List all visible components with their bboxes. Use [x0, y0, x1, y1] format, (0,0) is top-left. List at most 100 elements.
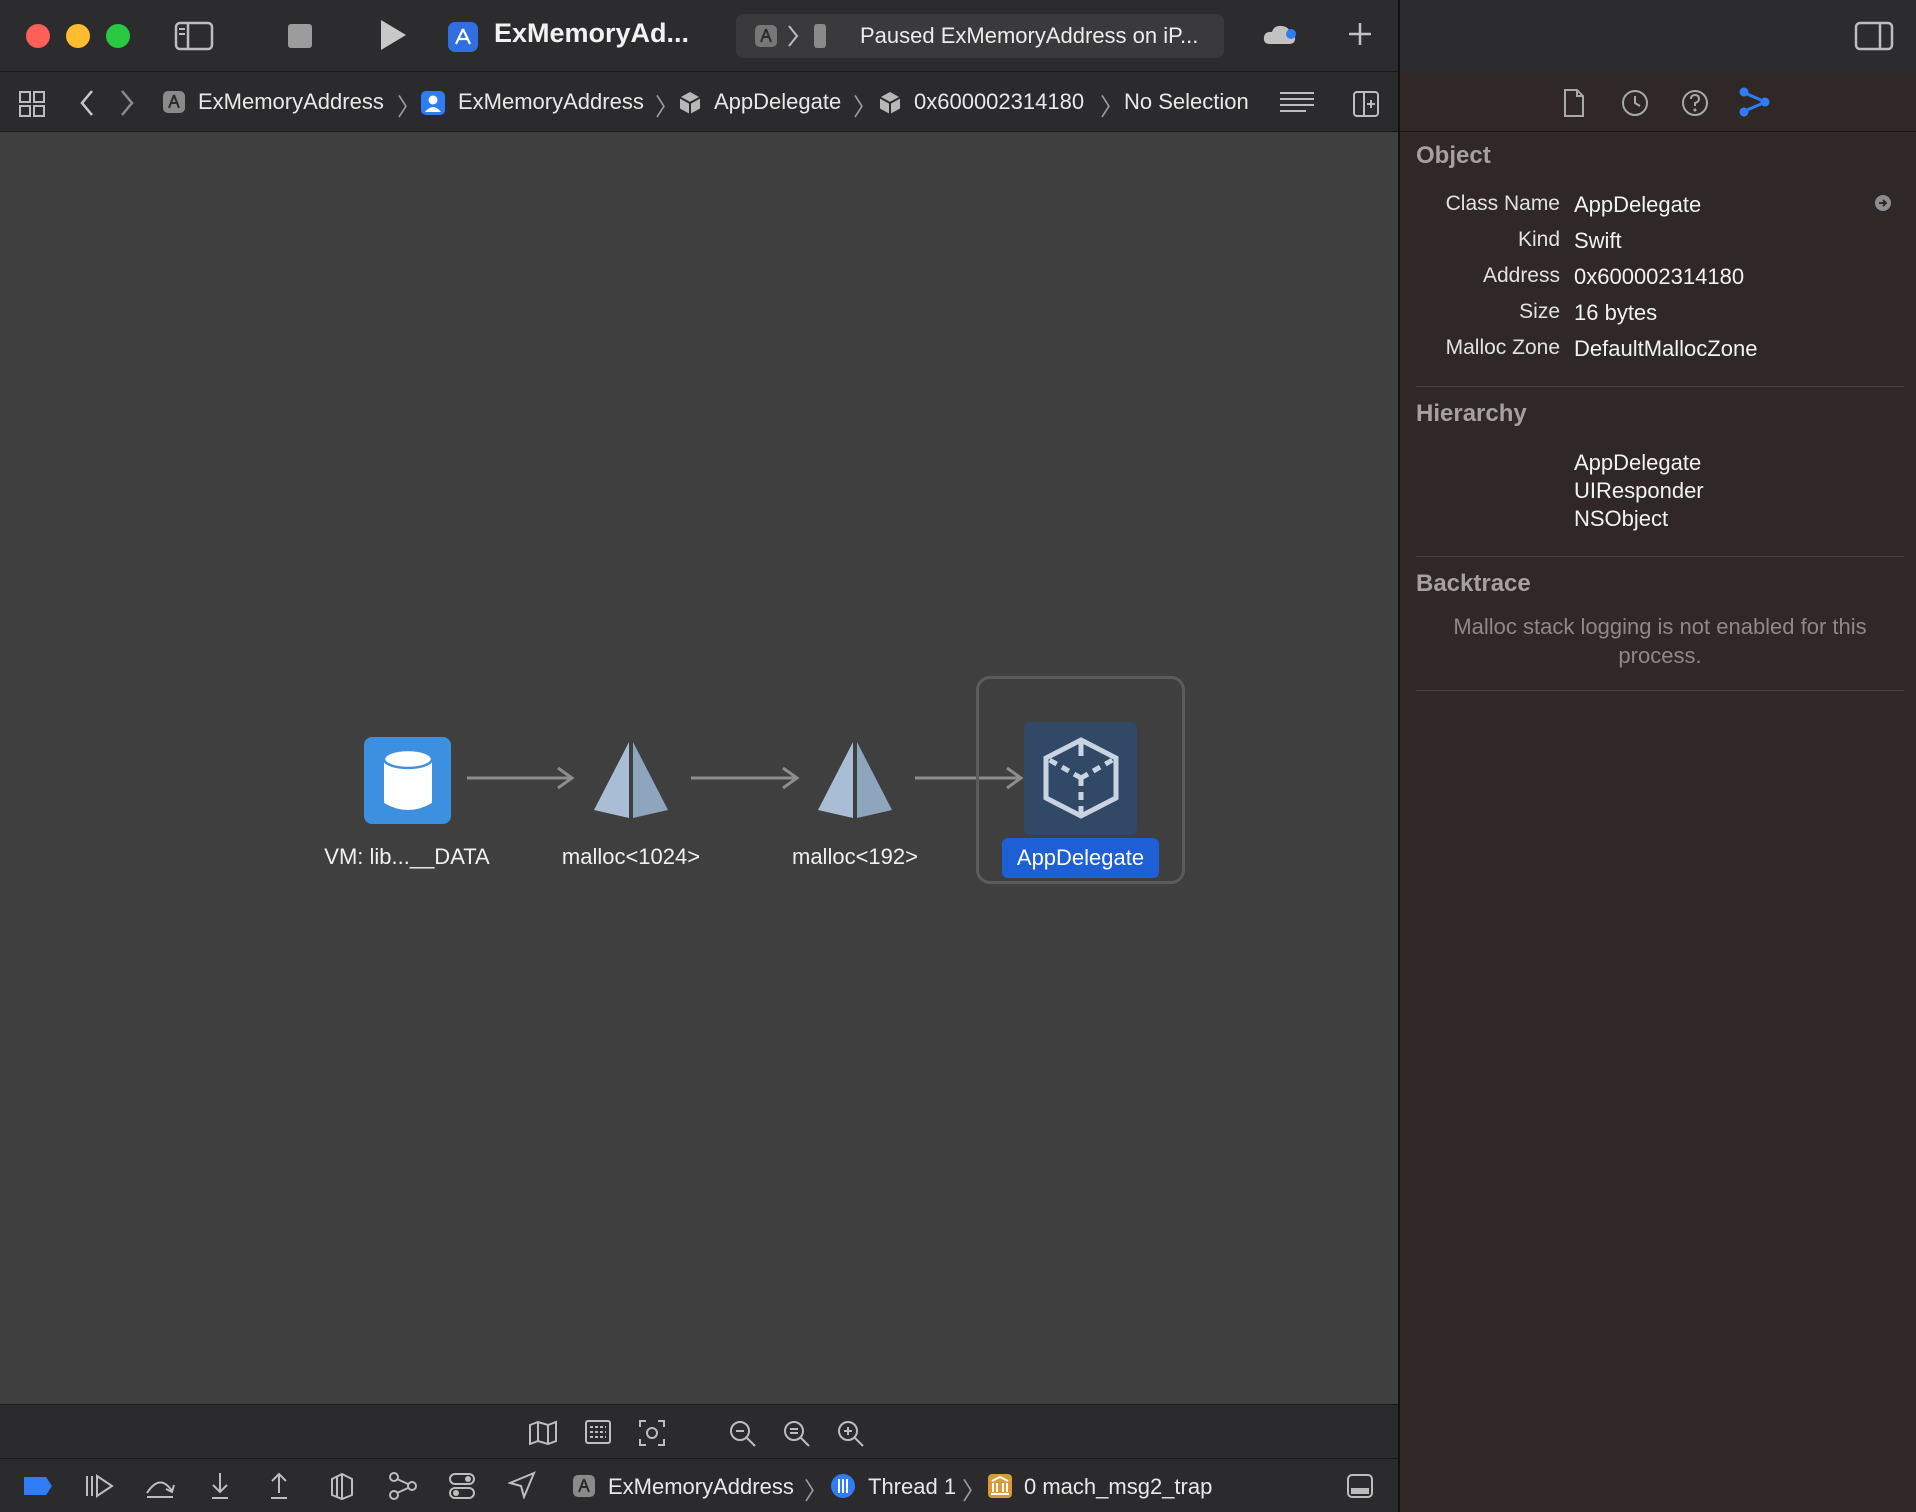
- crumb-separator: 〉: [804, 1478, 828, 1505]
- debug-process-name[interactable]: ExMemoryAddress: [608, 1474, 794, 1500]
- status-text: Paused ExMemoryAddress on iP...: [860, 23, 1199, 48]
- debug-thread[interactable]: Thread 1: [868, 1474, 956, 1500]
- inspector-toggle-icon[interactable]: [1854, 20, 1894, 52]
- chevron-right-icon: [786, 24, 800, 48]
- vm-region-node[interactable]: [364, 737, 451, 824]
- malloc-zone-value: DefaultMallocZone: [1574, 336, 1758, 361]
- address-key: Address: [1482, 264, 1560, 287]
- object-section-title: Object: [1416, 142, 1491, 169]
- backtrace-note: Malloc stack logging is not enabled for …: [1453, 614, 1867, 668]
- close-window-button[interactable]: [26, 24, 50, 48]
- back-chevron-icon[interactable]: [78, 88, 96, 118]
- kind-key: Kind: [1517, 228, 1560, 251]
- crumb-project[interactable]: ExMemoryAddress: [198, 89, 384, 115]
- view-hierarchy-icon[interactable]: [328, 1471, 356, 1501]
- object-cube-icon: [1040, 736, 1122, 820]
- cloud-icon[interactable]: [1262, 22, 1298, 48]
- class-name-value: AppDelegate: [1574, 192, 1702, 217]
- crumb-no-selection[interactable]: No Selection: [1124, 89, 1249, 115]
- editor-area: ExMemoryAd... Paused ExMemoryAddress on …: [0, 0, 1398, 1512]
- sidebar-toggle-icon[interactable]: [174, 20, 214, 52]
- address-value: 0x600002314180: [1574, 264, 1745, 289]
- app-icon: [754, 24, 778, 48]
- graph-toolbar: [0, 1404, 1398, 1458]
- app-icon: [572, 1474, 596, 1498]
- step-over-icon[interactable]: [144, 1473, 176, 1499]
- hierarchy-item: NSObject: [1574, 506, 1669, 531]
- zoom-out-icon[interactable]: [728, 1419, 758, 1449]
- window-toolbar: ExMemoryAd... Paused ExMemoryAddress on …: [0, 0, 1398, 72]
- minimize-window-button[interactable]: [66, 24, 90, 48]
- stack-frame-icon: [987, 1473, 1013, 1499]
- size-value: 16 bytes: [1574, 300, 1658, 325]
- kind-value: Swift: [1574, 228, 1622, 253]
- memory-graph-icon[interactable]: [388, 1471, 418, 1501]
- activity-status: Paused ExMemoryAddress on iP...: [736, 14, 1224, 58]
- object-cube-icon: [877, 90, 903, 116]
- editor-options-lines-icon[interactable]: [1278, 90, 1316, 116]
- jump-bar: ExMemoryAddress 〉 ExMemoryAddress 〉 AppD…: [0, 72, 1398, 132]
- malloc-block-icon[interactable]: [592, 740, 670, 820]
- debug-frame[interactable]: 0 mach_msg2_trap: [1024, 1474, 1212, 1500]
- environment-overrides-icon[interactable]: [448, 1471, 476, 1501]
- project-icon: [162, 90, 186, 114]
- crumb-separator: 〉: [962, 1478, 986, 1505]
- crumb-separator: 〉: [397, 94, 421, 121]
- section-divider: [1416, 556, 1904, 557]
- zoom-in-icon[interactable]: [836, 1419, 866, 1449]
- focus-frame-icon[interactable]: [638, 1419, 666, 1447]
- history-clock-icon[interactable]: [1620, 88, 1650, 118]
- class-name-key: Class Name: [1445, 192, 1560, 215]
- map-icon[interactable]: [528, 1419, 558, 1445]
- zoom-fit-icon[interactable]: [782, 1419, 812, 1449]
- graph-edges: [467, 766, 1024, 790]
- breakpoints-toggle-icon[interactable]: [22, 1475, 54, 1497]
- keyboard-grid-icon[interactable]: [584, 1419, 612, 1445]
- hierarchy-section-title: Hierarchy: [1416, 400, 1527, 427]
- step-into-icon[interactable]: [208, 1471, 232, 1501]
- crumb-separator: 〉: [1100, 94, 1124, 121]
- step-out-icon[interactable]: [267, 1471, 291, 1501]
- malloc-block-icon[interactable]: [816, 740, 894, 820]
- inspector-tab-bar: [1400, 72, 1916, 132]
- crumb-address[interactable]: 0x600002314180: [914, 89, 1084, 115]
- forward-chevron-icon[interactable]: [118, 88, 136, 118]
- inspector-panel: Object Class Name AppDelegate Kind Swift…: [1398, 0, 1916, 1512]
- run-icon[interactable]: [378, 18, 408, 52]
- zoom-window-button[interactable]: [106, 24, 130, 48]
- thread-icon: [830, 1473, 856, 1499]
- vm-region-label: VM: lib...__DATA: [324, 844, 490, 869]
- malloc-1024-label: malloc<1024>: [561, 844, 701, 869]
- database-icon: [380, 747, 436, 815]
- plus-icon[interactable]: [1346, 20, 1374, 48]
- add-editor-icon[interactable]: [1352, 90, 1380, 118]
- stop-icon[interactable]: [286, 22, 314, 50]
- hierarchy-item: UIResponder: [1574, 478, 1704, 503]
- continue-icon[interactable]: [84, 1473, 114, 1499]
- backtrace-section-title: Backtrace: [1416, 570, 1531, 597]
- app-scheme-icon[interactable]: [448, 22, 478, 52]
- memory-graph-canvas[interactable]: VM: lib...__DATA malloc<1024> malloc<192…: [0, 132, 1398, 1404]
- target-icon: [420, 90, 446, 116]
- related-items-grid-icon[interactable]: [18, 90, 46, 118]
- object-cube-icon: [677, 90, 703, 116]
- malloc-192-label: malloc<192>: [792, 844, 918, 869]
- debug-bar: ExMemoryAddress 〉 Thread 1 〉 0 mach_msg2…: [0, 1458, 1398, 1512]
- go-to-arrow-icon[interactable]: [1874, 194, 1892, 212]
- debug-area-toggle-icon[interactable]: [1346, 1473, 1374, 1499]
- crumb-separator: 〉: [853, 94, 877, 121]
- memory-inspector-icon[interactable]: [1738, 86, 1772, 118]
- crumb-separator: 〉: [655, 94, 679, 121]
- scheme-title[interactable]: ExMemoryAd...: [494, 18, 689, 49]
- size-key: Size: [1519, 300, 1560, 323]
- malloc-zone-key: Malloc Zone: [1445, 336, 1560, 359]
- appdelegate-node[interactable]: [1024, 722, 1137, 835]
- file-inspector-icon[interactable]: [1562, 88, 1586, 118]
- crumb-target[interactable]: ExMemoryAddress: [458, 89, 644, 115]
- crumb-class[interactable]: AppDelegate: [714, 89, 841, 115]
- section-divider: [1416, 386, 1904, 387]
- quick-help-icon[interactable]: [1680, 88, 1710, 118]
- location-arrow-icon[interactable]: [508, 1471, 536, 1499]
- iphone-device-icon: [812, 23, 828, 49]
- hierarchy-item: AppDelegate: [1574, 450, 1702, 475]
